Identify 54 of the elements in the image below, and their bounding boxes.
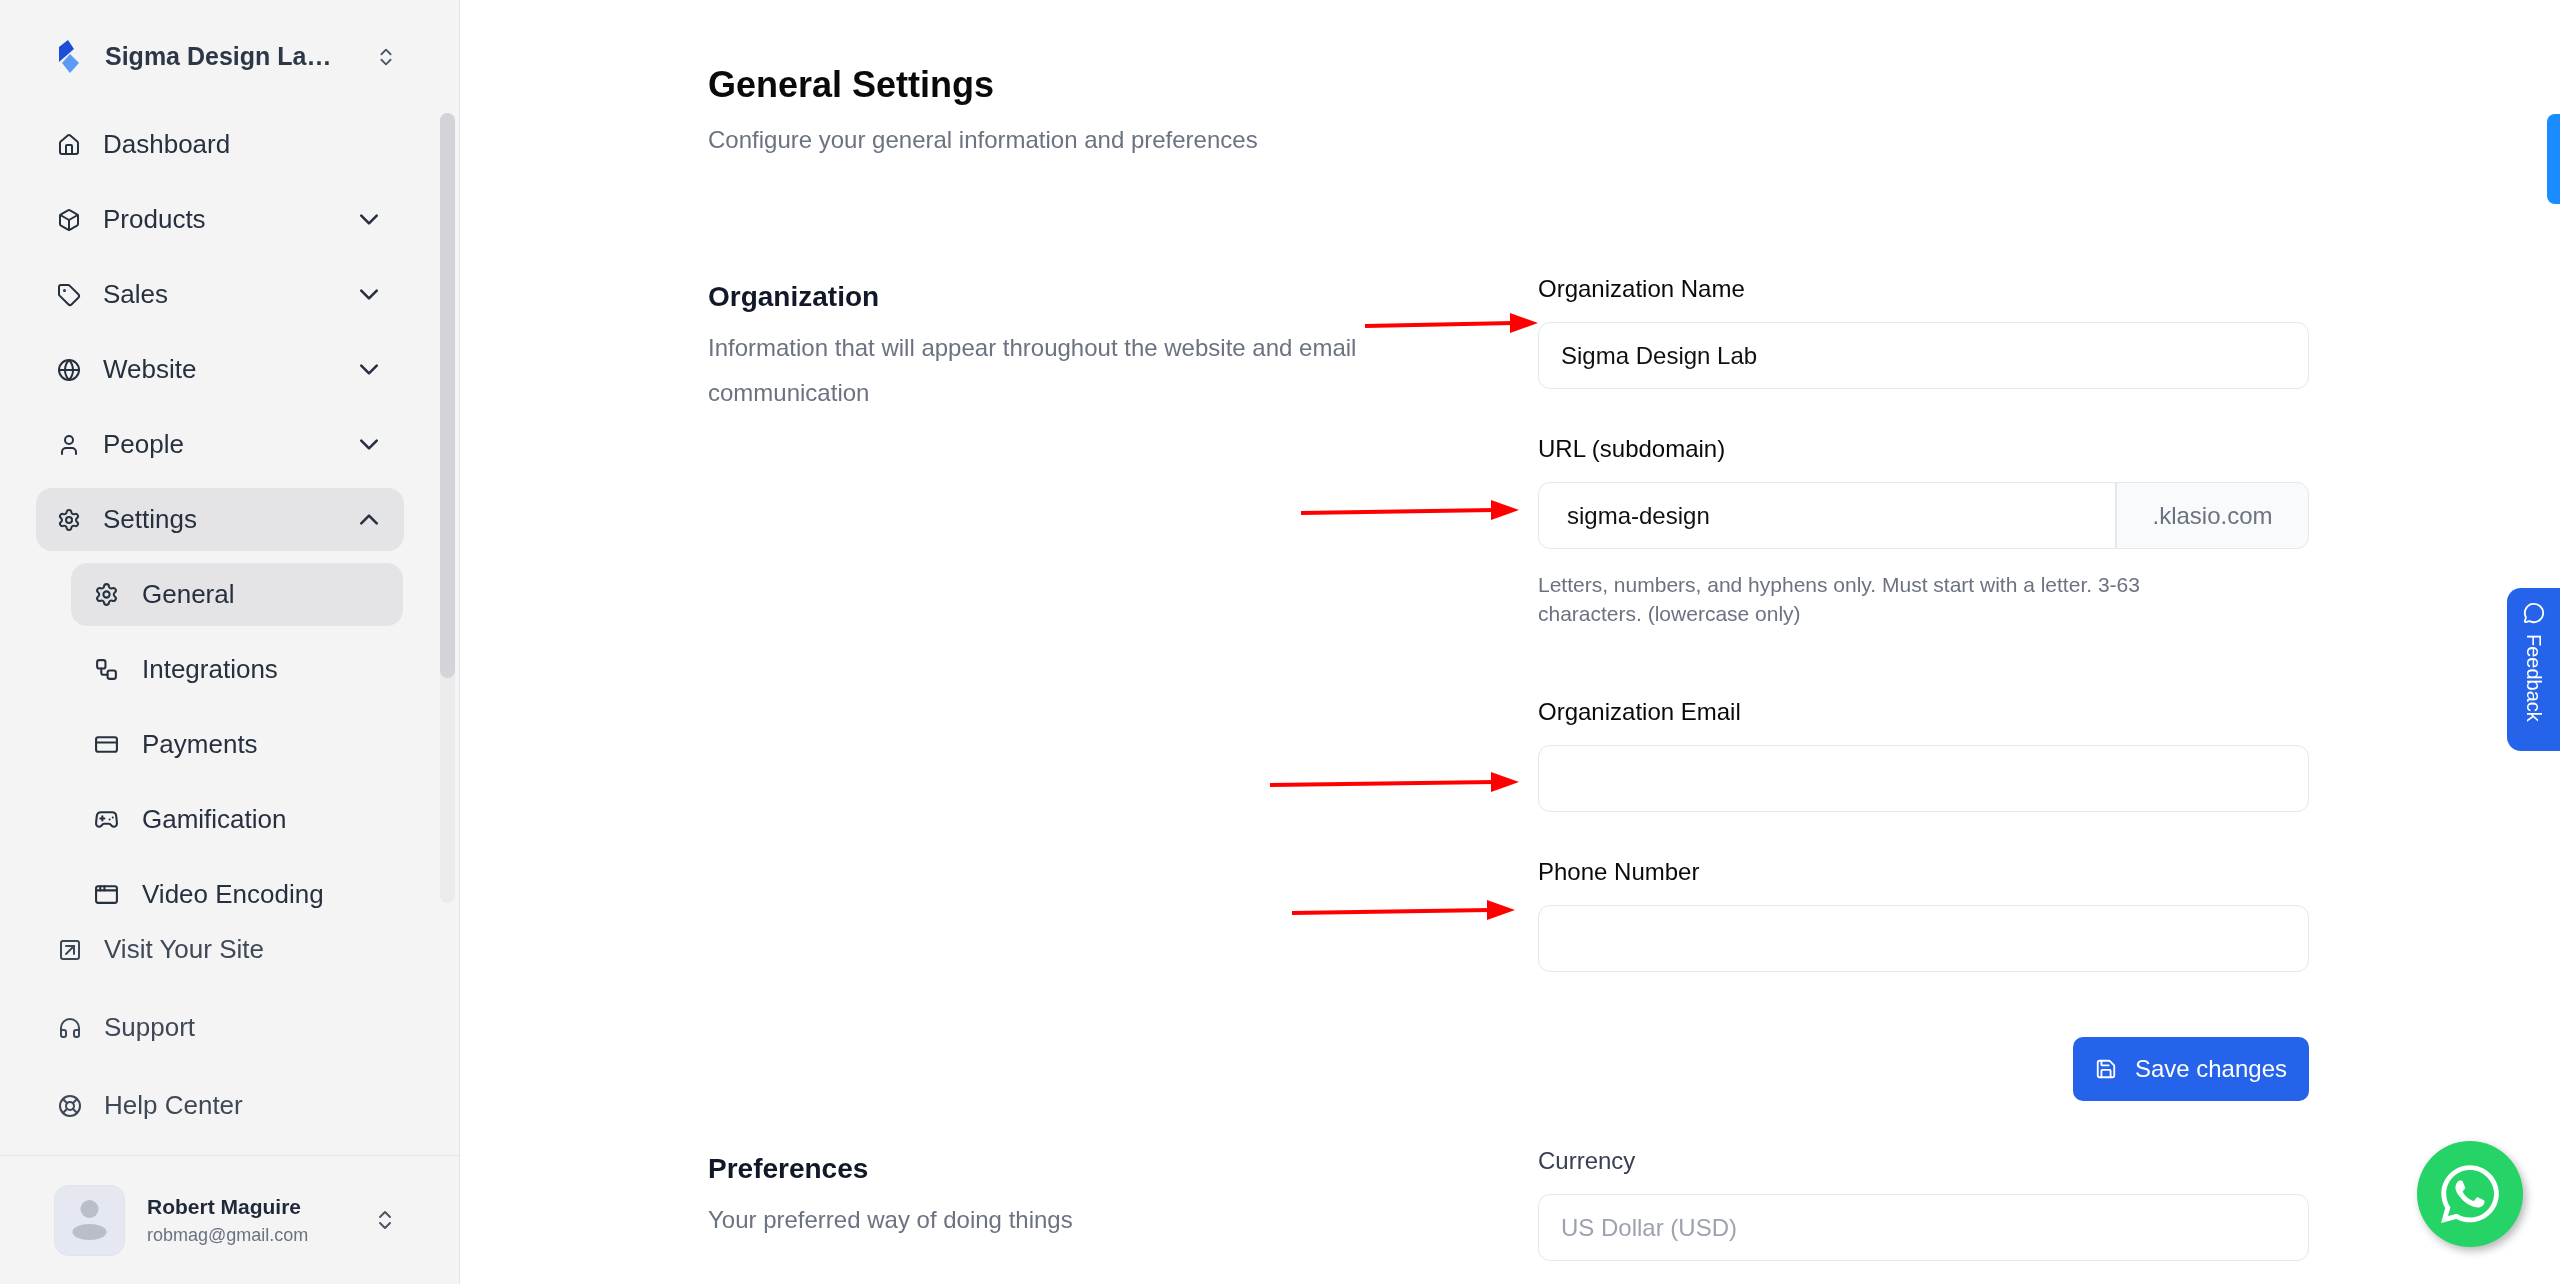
nav-item[interactable]: People bbox=[36, 413, 404, 476]
nav-subitem[interactable]: Video Encoding bbox=[71, 863, 403, 913]
nav-item[interactable]: Website bbox=[36, 338, 404, 401]
nav-item[interactable]: Dashboard bbox=[36, 113, 404, 176]
nav-subitem[interactable]: General bbox=[71, 563, 403, 626]
linked-squares-icon bbox=[94, 657, 119, 682]
cube-icon bbox=[57, 207, 81, 232]
save-button[interactable]: Save changes bbox=[2072, 1037, 2309, 1101]
nav-item[interactable]: Sales bbox=[36, 263, 404, 326]
window-icon bbox=[94, 882, 119, 907]
input-field[interactable]: Sigma Design Lab bbox=[1538, 322, 2309, 389]
speech-bubble-icon bbox=[2522, 602, 2545, 624]
arrow-square-icon bbox=[58, 937, 82, 962]
input-field[interactable]: sigma-design bbox=[1538, 482, 2116, 549]
field-label: Phone Number bbox=[1538, 857, 1701, 887]
sidebar-link[interactable]: Support bbox=[36, 996, 423, 1059]
logo-icon bbox=[57, 39, 81, 74]
section-description: Information that will appear throughout the website and email communication bbox=[708, 333, 1358, 408]
input-field[interactable] bbox=[1538, 745, 2309, 812]
section-description: Your preferred way of doing things bbox=[708, 1205, 1074, 1235]
tag-icon bbox=[57, 282, 81, 307]
edge-tab[interactable] bbox=[2547, 114, 2560, 204]
nav-subitem[interactable]: Gamification bbox=[71, 788, 403, 851]
field-label: URL (subdomain) bbox=[1538, 434, 1727, 464]
user-name: Robert Maguire bbox=[147, 1194, 302, 1219]
gear-icon bbox=[94, 582, 119, 607]
nav-item[interactable]: Settings bbox=[36, 488, 404, 551]
avatar-icon bbox=[54, 1184, 125, 1256]
sidebar-link[interactable]: Visit Your Site bbox=[36, 918, 423, 981]
page-title: General Settings bbox=[708, 64, 996, 106]
section-title: Organization bbox=[708, 280, 881, 314]
lifebuoy-icon bbox=[58, 1093, 82, 1118]
input-field[interactable] bbox=[1538, 905, 2309, 972]
field-label: Currency bbox=[1538, 1146, 1637, 1176]
headset-icon bbox=[58, 1015, 82, 1040]
nav-subitem[interactable]: Integrations bbox=[71, 638, 403, 701]
sidebar-link[interactable]: Help Center bbox=[36, 1074, 423, 1137]
domain-suffix: .klasio.com bbox=[2116, 482, 2309, 549]
user-email: robmag@gmail.com bbox=[147, 1224, 310, 1246]
field-label: Organization Email bbox=[1538, 697, 1742, 727]
organization-name: Sigma Design La… bbox=[105, 42, 333, 71]
nav-subitem[interactable]: Payments bbox=[71, 713, 403, 776]
globe-icon bbox=[57, 357, 81, 382]
feedback-tab[interactable]: Feedback bbox=[2507, 588, 2560, 751]
scrollbar[interactable] bbox=[440, 113, 455, 903]
gear-icon bbox=[57, 507, 81, 532]
house-icon bbox=[57, 132, 81, 157]
field-hint: Letters, numbers, and hyphens only. Must start with a letter. 3-63 characters. (lowercase only) bbox=[1538, 572, 2141, 627]
save-icon bbox=[2094, 1058, 2117, 1080]
section-title: Preferences bbox=[708, 1152, 870, 1186]
field-label: Organization Name bbox=[1538, 274, 1746, 304]
scrollbar-thumb[interactable] bbox=[440, 113, 455, 678]
page-subtitle: Configure your general information and preferences bbox=[708, 125, 1259, 155]
nav-item[interactable]: Products bbox=[36, 188, 404, 251]
